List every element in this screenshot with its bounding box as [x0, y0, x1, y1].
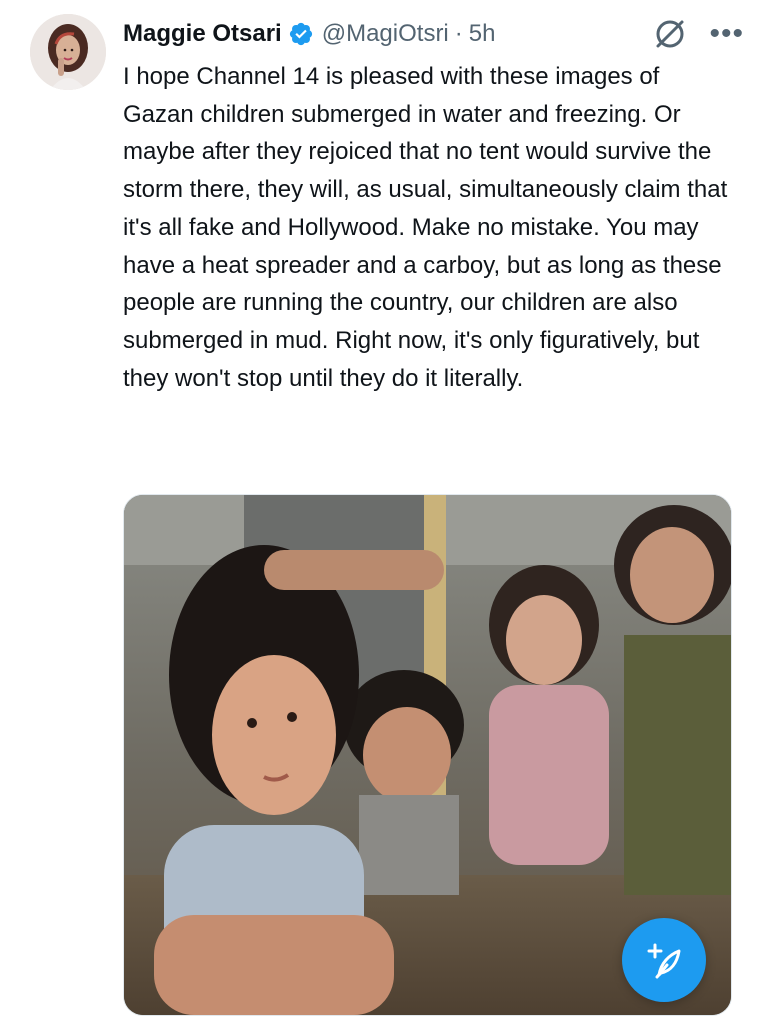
more-icon[interactable]: ••• [709, 19, 744, 49]
avatar[interactable] [30, 14, 106, 90]
separator-dot: · [454, 20, 463, 47]
grok-icon[interactable] [653, 17, 687, 51]
post-time[interactable]: 5h [469, 20, 496, 48]
compose-post-button[interactable] [622, 918, 706, 1002]
compose-post-icon [647, 943, 681, 979]
author-name[interactable]: Maggie Otsari [123, 20, 282, 48]
tweet-header: Maggie Otsari @MagiOtsri · 5h ••• [123, 14, 744, 54]
verified-badge-icon [288, 21, 314, 47]
tweet-text: I hope Channel 14 is pleased with these … [123, 63, 728, 392]
author-handle[interactable]: @MagiOtsri [322, 20, 449, 48]
